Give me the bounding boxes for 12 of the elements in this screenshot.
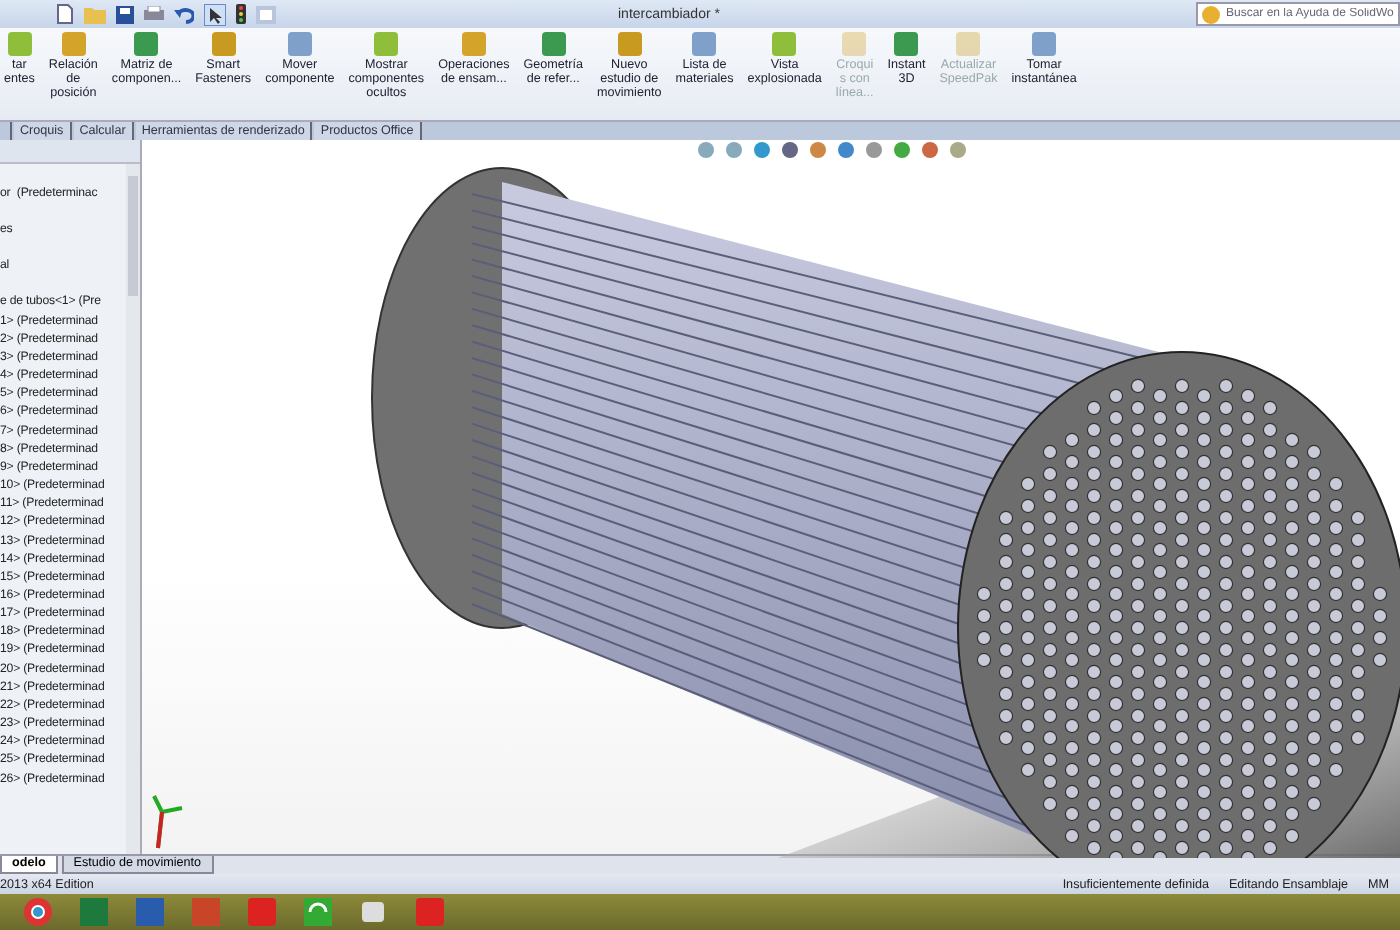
printer-icon[interactable] (144, 6, 164, 22)
save-icon[interactable] (116, 5, 134, 23)
options-icon[interactable] (256, 5, 276, 23)
browser-icon[interactable] (24, 898, 52, 926)
new-document-icon[interactable] (56, 4, 74, 24)
select-icon[interactable] (204, 3, 226, 25)
help-icon (1202, 5, 1220, 23)
sync-icon[interactable] (304, 898, 332, 926)
scrollbar[interactable] (126, 164, 140, 854)
panel-header (0, 140, 140, 164)
undo-icon[interactable] (174, 5, 194, 23)
traffic-light-icon[interactable] (236, 4, 246, 24)
